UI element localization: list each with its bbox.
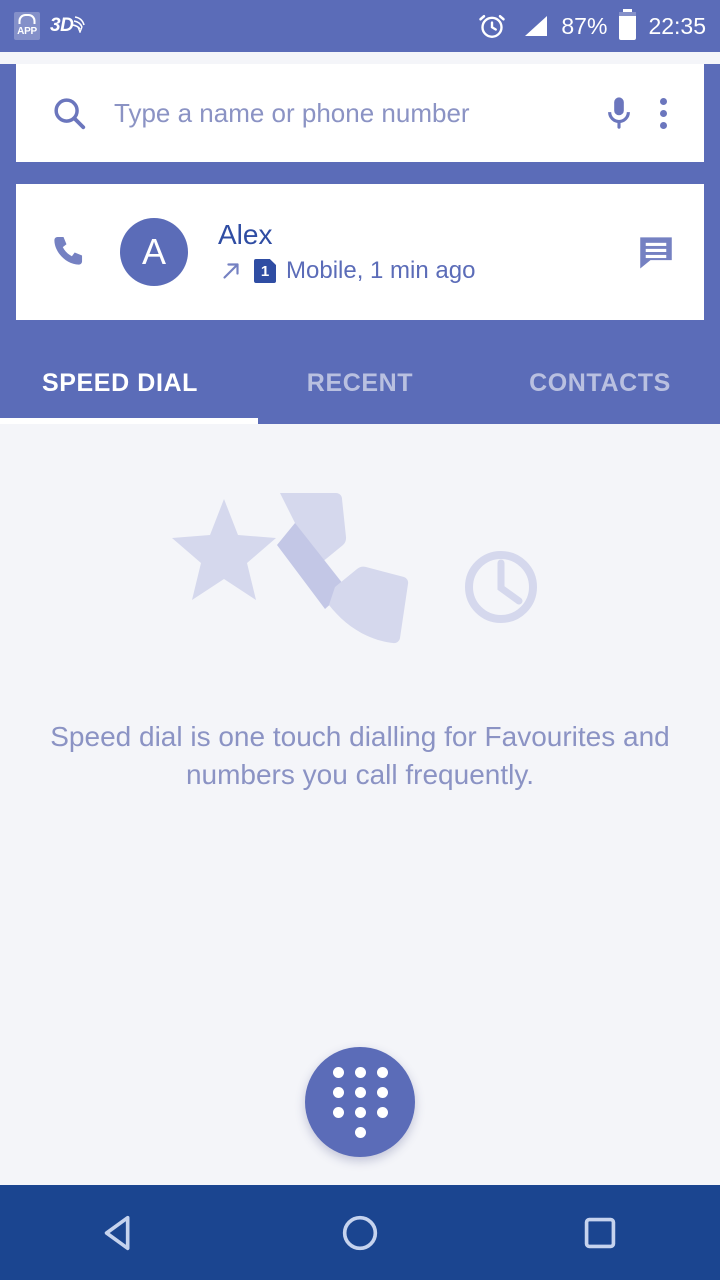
tab-recent[interactable]: RECENT [240,369,480,398]
clock-icon [465,551,537,623]
dialpad-fab[interactable] [305,1047,415,1157]
signal-bars-icon [525,16,548,36]
phone-handset-icon [277,493,409,644]
nav-back-button[interactable] [0,1210,240,1256]
outgoing-call-arrow-icon [223,263,239,279]
status-bar-left: APP 3D [14,12,87,40]
home-circle-icon [342,1215,378,1250]
microphone-icon[interactable] [602,94,636,132]
app-shop-icon: APP [14,12,40,40]
dialer-header: A Alex 1 Mobile, 1 min ago SPEED DI [0,64,720,424]
nav-home-button[interactable] [240,1210,480,1256]
tab-bar: SPEED DIAL RECENT CONTACTS [0,342,720,424]
avatar: A [120,218,188,286]
phone-call-icon[interactable] [46,231,88,273]
app-shop-handle [18,14,36,24]
sim-badge: 1 [254,259,276,283]
empty-state-message: Speed dial is one touch dialling for Fav… [50,721,670,790]
recents-square-icon [584,1217,616,1248]
empty-state-illustration [160,483,560,688]
3d-waves-icon [73,16,86,33]
back-triangle-icon [104,1215,130,1250]
overflow-menu-icon[interactable] [636,97,678,129]
3d-signal-icon: 3D [50,15,87,37]
contact-detail-label: Mobile, 1 min ago [286,257,476,284]
clock-label: 22:35 [648,12,706,39]
search-bar[interactable] [16,64,704,162]
speed-dial-empty-state: Speed dial is one touch dialling for Fav… [0,433,720,1185]
search-input[interactable] [88,96,602,130]
tab-speed-dial[interactable]: SPEED DIAL [0,369,240,398]
tab-active-indicator [0,418,258,424]
battery-percent-label: 87% [561,12,608,39]
dialpad-icon [332,1066,389,1138]
search-icon [50,94,88,132]
3d-label: 3D [50,15,74,36]
battery-icon [619,9,637,40]
contact-row[interactable]: A Alex 1 Mobile, 1 min ago [16,184,704,320]
message-bubble-icon[interactable] [634,230,678,274]
tab-contacts[interactable]: CONTACTS [480,369,720,398]
avatar-initial: A [141,231,166,272]
alarm-clock-icon [479,15,506,38]
app-badge-label: APP [17,26,37,37]
nav-recents-button[interactable] [480,1210,720,1256]
contact-detail-row: 1 Mobile, 1 min ago [218,257,634,285]
status-bar: APP 3D 87% 22:35 [0,0,720,52]
system-navigation-bar [0,1185,720,1280]
status-bar-right: 87% 22:35 [477,9,706,41]
contact-name: Alex [218,219,273,250]
contact-info: Alex 1 Mobile, 1 min ago [218,219,634,285]
star-icon [172,499,276,600]
